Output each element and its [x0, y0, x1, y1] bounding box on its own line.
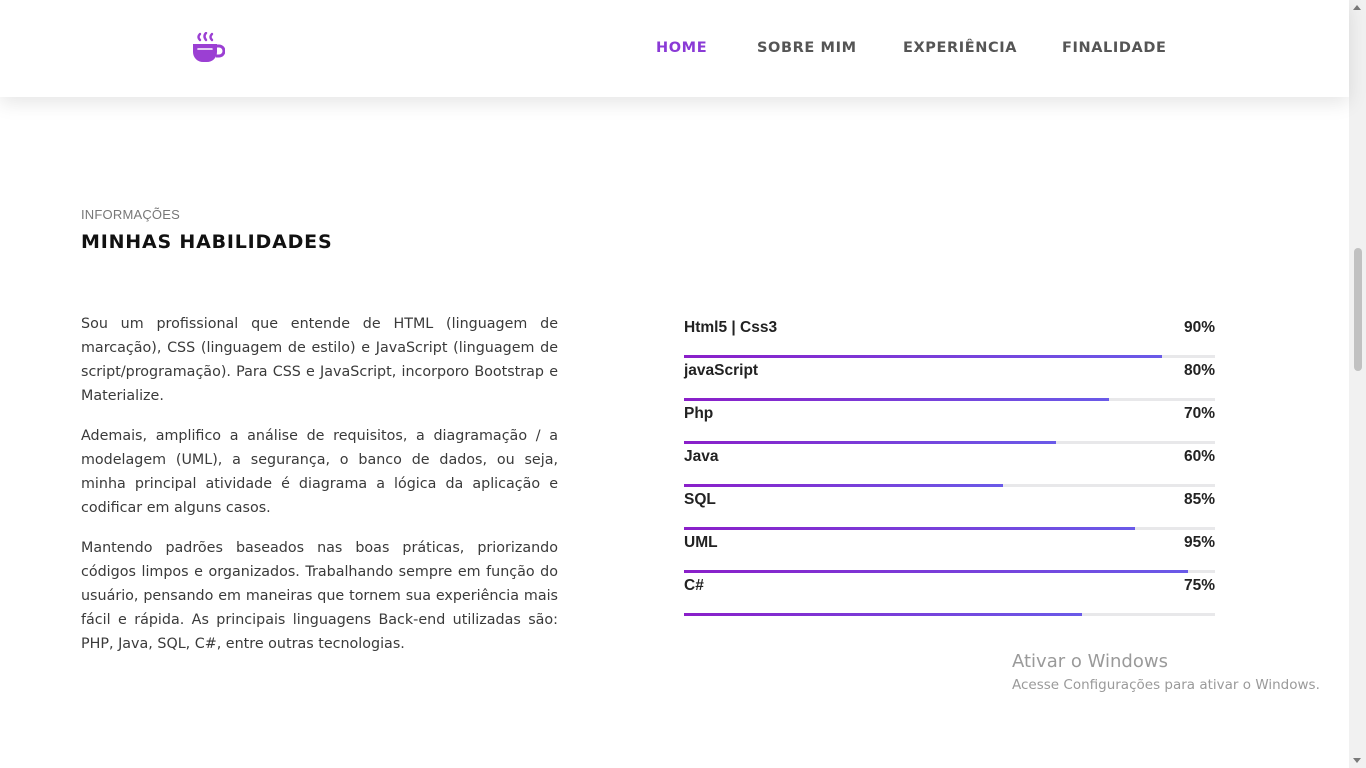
skill-progress-track — [684, 441, 1215, 444]
skill-name: Html5 | Css3 — [684, 319, 778, 336]
skill-percent: 95% — [1183, 534, 1215, 551]
skill-progress-fill — [684, 527, 1136, 530]
nav-finalidade[interactable]: FINALIDADE — [1062, 38, 1167, 58]
skill-percent: 85% — [1183, 491, 1215, 508]
about-paragraph: Ademais, amplifico a análise de requisit… — [81, 428, 558, 516]
skill-progress-track — [684, 398, 1215, 401]
about-paragraph: Sou um profissional que entende de HTML … — [81, 316, 558, 404]
watermark-subtitle: Acesse Configurações para ativar o Windo… — [1012, 677, 1320, 693]
skill-percent: 70% — [1183, 405, 1215, 422]
section-title: MINHAS HABILIDADES — [81, 231, 333, 253]
skill-percent: 60% — [1183, 448, 1215, 465]
skills-list: Html5 | Css3 90% javaScript 80% Php 70% Java 60… — [684, 317, 1215, 618]
skill-progress-fill — [684, 613, 1083, 616]
skill-item: SQL 85% — [684, 489, 1215, 532]
vertical-scrollbar[interactable] — [1349, 0, 1366, 768]
section-eyebrow: INFORMAÇÕES — [81, 207, 180, 222]
skill-progress-track — [684, 355, 1215, 358]
coffee-cup-icon[interactable] — [191, 31, 226, 64]
skill-progress-fill — [684, 484, 1003, 487]
scroll-thumb[interactable] — [1354, 248, 1362, 371]
site-header: HOME SOBRE MIM EXPERIÊNCIA FINALIDADE — [0, 0, 1349, 97]
skill-item: Java 60% — [684, 446, 1215, 489]
skill-item: Php 70% — [684, 403, 1215, 446]
skill-item: javaScript 80% — [684, 360, 1215, 403]
skill-progress-track — [684, 527, 1215, 530]
skill-progress-fill — [684, 441, 1056, 444]
skill-name: Php — [684, 405, 714, 422]
about-paragraph: Mantendo padrões baseados nas boas práti… — [81, 540, 558, 652]
skill-progress-fill — [684, 570, 1189, 573]
skill-name: javaScript — [684, 362, 759, 379]
skill-name: C# — [684, 577, 704, 594]
skill-progress-track — [684, 570, 1215, 573]
nav-home[interactable]: HOME — [656, 38, 707, 58]
about-text: Sou um profissional que entende de HTML … — [81, 312, 558, 672]
nav-sobre-mim[interactable]: SOBRE MIM — [757, 38, 857, 58]
skill-progress-fill — [684, 355, 1162, 358]
nav-experiencia[interactable]: EXPERIÊNCIA — [903, 38, 1017, 58]
skill-item: UML 95% — [684, 532, 1215, 575]
skill-percent: 90% — [1183, 319, 1215, 336]
skill-percent: 80% — [1183, 362, 1215, 379]
windows-activation-watermark: Ativar o Windows Acesse Configurações pa… — [1012, 651, 1320, 696]
skill-progress-fill — [684, 398, 1109, 401]
skill-name: SQL — [684, 491, 716, 508]
skill-name: UML — [684, 534, 718, 551]
skill-progress-track — [684, 613, 1215, 616]
skill-item: C# 75% — [684, 575, 1215, 618]
scroll-up-arrow-icon[interactable] — [1353, 5, 1361, 10]
skill-progress-track — [684, 484, 1215, 487]
skill-name: Java — [684, 448, 719, 465]
skill-percent: 75% — [1183, 577, 1215, 594]
skill-item: Html5 | Css3 90% — [684, 317, 1215, 360]
watermark-title: Ativar o Windows — [1012, 651, 1168, 672]
scroll-down-arrow-icon[interactable] — [1353, 758, 1361, 763]
